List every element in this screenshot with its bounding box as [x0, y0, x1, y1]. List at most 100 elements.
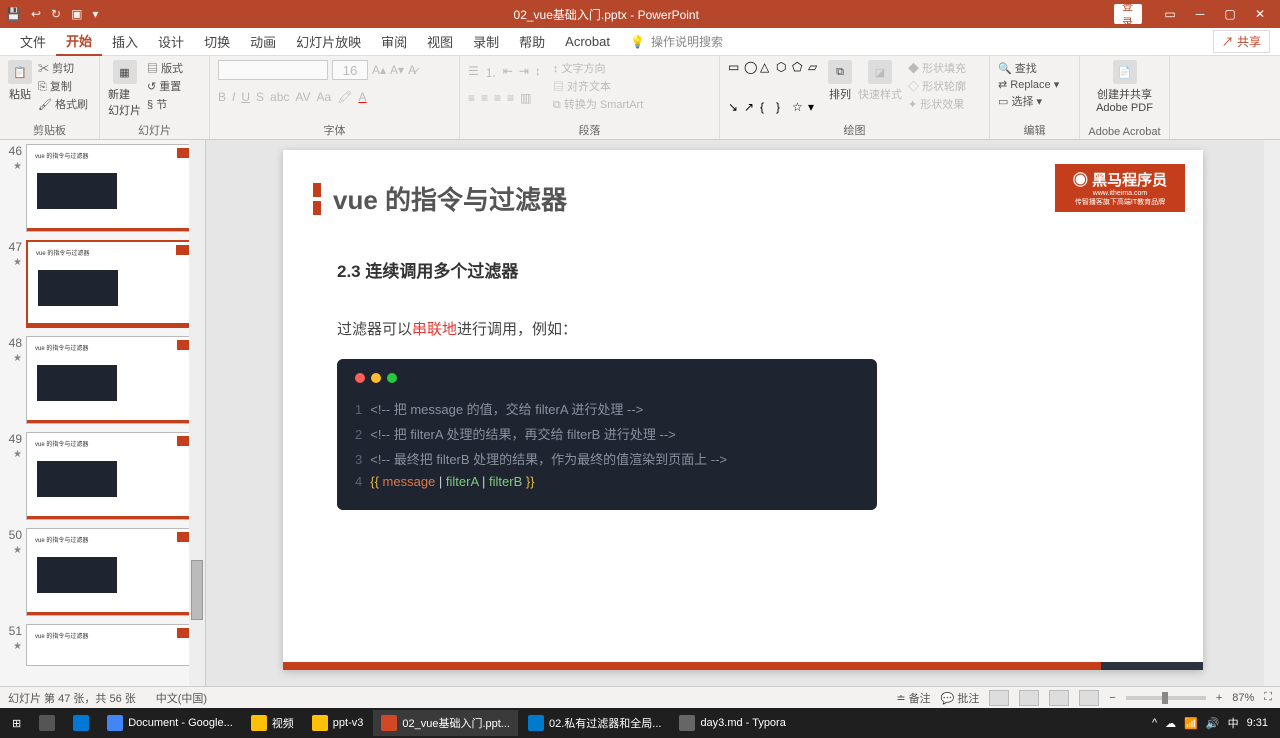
sorter-view-icon[interactable] [1019, 690, 1039, 706]
tab-transitions[interactable]: 切换 [194, 28, 240, 55]
tray-volume-icon[interactable]: 🔊 [1206, 717, 1220, 730]
clear-format-icon[interactable]: A̷ [408, 63, 416, 77]
tell-me-search[interactable]: 💡 操作说明搜索 [630, 33, 723, 50]
reset-button[interactable]: ↺ 重置 [147, 78, 183, 94]
tray-cloud-icon[interactable]: ☁ [1165, 717, 1176, 730]
tab-design[interactable]: 设计 [148, 28, 194, 55]
maximize-icon[interactable]: ▢ [1216, 4, 1244, 24]
shape-fill-button[interactable]: ◆ 形状填充 [908, 60, 966, 76]
save-icon[interactable]: 💾 [6, 7, 21, 21]
text-direction-button[interactable]: ↕ 文字方向 [553, 60, 643, 76]
task-chrome[interactable]: Document - Google... [99, 710, 241, 736]
tab-record[interactable]: 录制 [463, 28, 509, 55]
strike-icon[interactable]: S [256, 90, 264, 104]
shape-icon[interactable]: ⬡ [776, 60, 790, 98]
tray-wifi-icon[interactable]: 📶 [1184, 717, 1198, 730]
task-typora[interactable]: day3.md - Typora [671, 710, 793, 736]
present-icon[interactable]: ▣ [71, 7, 82, 21]
font-family-select[interactable] [218, 60, 328, 80]
thumbnail-46[interactable]: 46★vue 的指令与过滤器 [4, 144, 201, 232]
shape-icon[interactable]: ◯ [744, 60, 758, 98]
shadow-icon[interactable]: abc [270, 90, 289, 104]
minimize-icon[interactable]: ─ [1186, 4, 1214, 24]
tab-insert[interactable]: 插入 [102, 28, 148, 55]
slideshow-view-icon[interactable] [1079, 690, 1099, 706]
editor-scrollbar[interactable] [1264, 140, 1280, 686]
indent-icon[interactable]: ⇥ [519, 64, 529, 81]
shape-icon[interactable]: ⬠ [792, 60, 806, 98]
align-center-icon[interactable]: ≡ [481, 91, 488, 105]
tray-up-icon[interactable]: ^ [1152, 717, 1157, 729]
smartart-button[interactable]: ⧉ 转换为 SmartArt [553, 96, 643, 112]
decrease-font-icon[interactable]: A▾ [390, 63, 404, 77]
underline-icon[interactable]: U [241, 90, 250, 104]
tray-time[interactable]: 9:31 [1247, 717, 1268, 729]
tab-slideshow[interactable]: 幻灯片放映 [286, 28, 371, 55]
more-icon[interactable]: ▾ [92, 7, 98, 21]
shape-icon[interactable]: △ [760, 60, 774, 98]
find-button[interactable]: 🔍 查找 [998, 60, 1071, 76]
task-folder-ppt[interactable]: ppt-v3 [304, 710, 372, 736]
tab-view[interactable]: 视图 [417, 28, 463, 55]
redo-icon[interactable]: ↻ [51, 7, 61, 21]
slide-editor[interactable]: ◉ 黑马程序员 www.itheima.com 传智播客旗下高端IT教育品牌 v… [206, 140, 1280, 686]
adobe-pdf-button[interactable]: 📄创建并共享 Adobe PDF [1088, 60, 1161, 114]
thumbnail-47[interactable]: 47★vue 的指令与过滤器 [4, 240, 201, 328]
thumbnail-48[interactable]: 48★vue 的指令与过滤器 [4, 336, 201, 424]
shape-icon[interactable]: ▱ [808, 60, 822, 98]
font-color-icon[interactable]: A [358, 90, 366, 104]
tab-animations[interactable]: 动画 [240, 28, 286, 55]
align-text-button[interactable]: ▤ 对齐文本 [553, 78, 643, 94]
tab-home[interactable]: 开始 [56, 27, 102, 56]
notes-button[interactable]: ≐ 备注 [896, 690, 930, 706]
outdent-icon[interactable]: ⇤ [503, 64, 513, 81]
numbering-icon[interactable]: ⒈ [485, 64, 497, 81]
task-edge[interactable] [65, 710, 97, 736]
bold-icon[interactable]: B [218, 90, 226, 104]
linespacing-icon[interactable]: ↕ [535, 64, 541, 81]
reading-view-icon[interactable] [1049, 690, 1069, 706]
spacing-icon[interactable]: AV [295, 90, 310, 104]
layout-button[interactable]: ▤ 版式 [147, 60, 183, 76]
align-left-icon[interactable]: ≡ [468, 91, 475, 105]
italic-icon[interactable]: I [232, 90, 235, 104]
format-painter-button[interactable]: 🖌 格式刷 [38, 96, 88, 112]
tab-file[interactable]: 文件 [10, 28, 56, 55]
close-icon[interactable]: ✕ [1246, 4, 1274, 24]
login-button[interactable]: 登录 [1114, 4, 1142, 24]
justify-icon[interactable]: ≡ [507, 91, 514, 105]
font-size-input[interactable] [332, 60, 368, 80]
replace-button[interactable]: ⇄ Replace ▾ [998, 78, 1071, 91]
fit-window-icon[interactable]: ⛶ [1264, 691, 1272, 704]
select-button[interactable]: ▭ 选择 ▾ [998, 93, 1071, 109]
case-icon[interactable]: Aa [317, 90, 332, 104]
ribbon-display-icon[interactable]: ▭ [1156, 4, 1184, 24]
thumbnail-51[interactable]: 51★vue 的指令与过滤器 [4, 624, 201, 666]
tab-help[interactable]: 帮助 [509, 28, 555, 55]
zoom-level[interactable]: 87% [1232, 692, 1254, 704]
bullets-icon[interactable]: ☰ [468, 64, 479, 81]
slide-canvas[interactable]: ◉ 黑马程序员 www.itheima.com 传智播客旗下高端IT教育品牌 v… [283, 150, 1203, 670]
section-button[interactable]: § 节 [147, 96, 183, 112]
slide-counter[interactable]: 幻灯片 第 47 张，共 56 张 [8, 690, 136, 706]
normal-view-icon[interactable] [989, 690, 1009, 706]
system-tray[interactable]: ^ ☁ 📶 🔊 中 9:31 [1152, 715, 1276, 731]
zoom-in-icon[interactable]: + [1216, 692, 1222, 704]
copy-button[interactable]: ⎘ 复制 [38, 78, 88, 94]
zoom-out-icon[interactable]: − [1109, 692, 1115, 704]
tab-acrobat[interactable]: Acrobat [555, 30, 620, 53]
shape-effects-button[interactable]: ✦ 形状效果 [908, 96, 966, 112]
undo-icon[interactable]: ↩ [31, 7, 41, 21]
comments-button[interactable]: 💬 批注 [941, 690, 980, 706]
shape-outline-button[interactable]: ◇ 形状轮廓 [908, 78, 966, 94]
cut-button[interactable]: ✂ 剪切 [38, 60, 88, 76]
start-button[interactable]: ⊞ [4, 710, 29, 736]
share-button[interactable]: ↗ 共享 [1213, 30, 1270, 53]
thumbnail-50[interactable]: 50★vue 的指令与过滤器 [4, 528, 201, 616]
tray-ime[interactable]: 中 [1228, 715, 1239, 731]
thumbnail-scrollbar[interactable] [189, 140, 205, 686]
task-app[interactable] [31, 710, 63, 736]
shape-icon[interactable]: ▭ [728, 60, 742, 98]
highlight-icon[interactable]: 🖍 [337, 90, 352, 104]
task-vscode[interactable]: 02.私有过滤器和全局... [520, 710, 669, 736]
